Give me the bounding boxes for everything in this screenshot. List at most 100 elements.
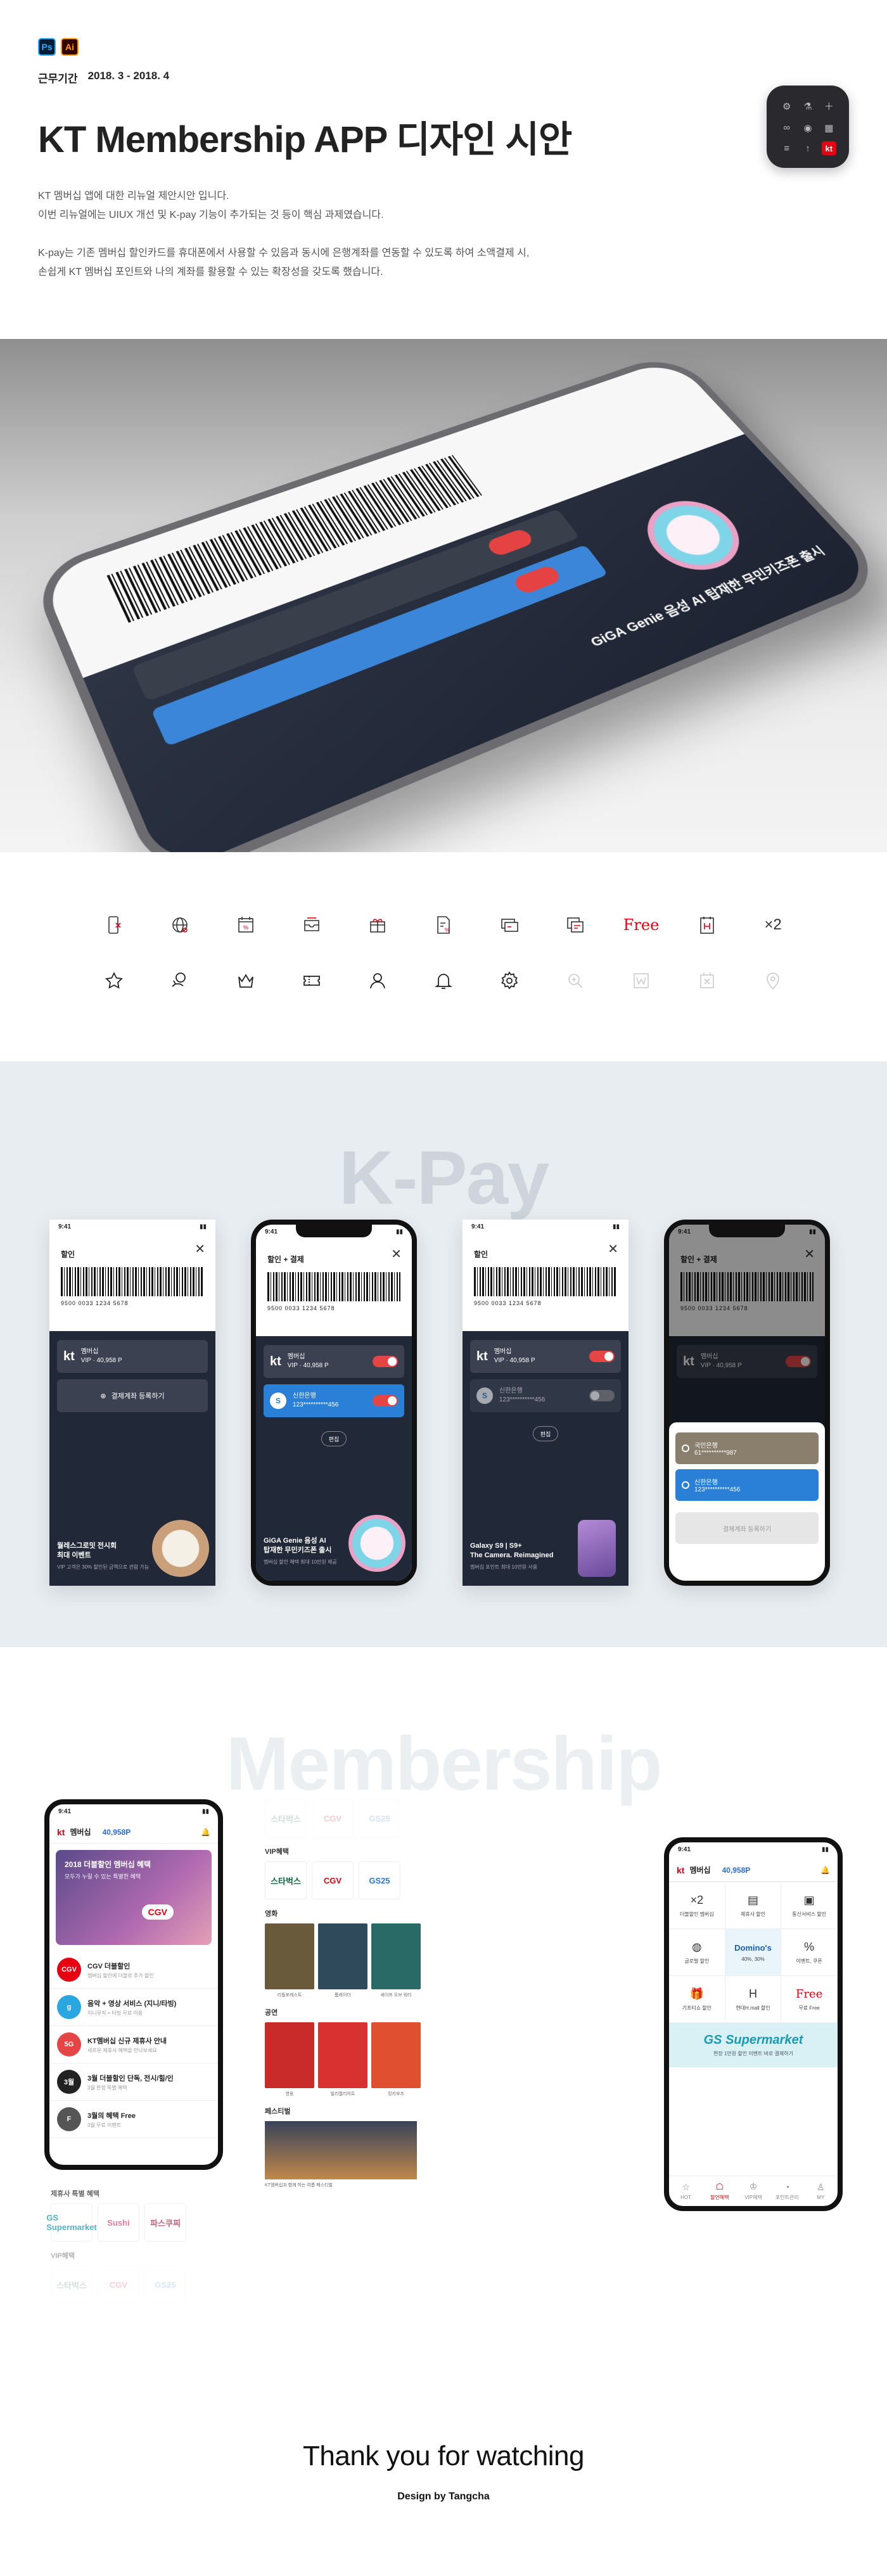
icon-row-1: % % Free ×2 [0,912,887,938]
close-icon[interactable]: ✕ [195,1241,205,1257]
barcode [61,1267,204,1296]
show-title: 공연 [265,2009,278,2017]
status-time: 9:41 [58,1223,72,1230]
card-info: 신한은행 123**********456 [499,1387,545,1405]
benefit-grid-item[interactable]: ×2 더블할인 멤버십 [669,1882,725,1929]
brand-card[interactable]: GS25 [144,2266,186,2304]
kt-membership-card[interactable]: kt 멤버십 VIP · 40,958 P [57,1340,208,1373]
brand-card[interactable]: CGV [312,1799,354,1837]
benefit-icon: Domino's [734,1942,772,1953]
status-time: 9:41 [471,1223,485,1230]
poster-image [318,1923,367,1989]
festival-image[interactable] [265,2121,417,2179]
poster-item[interactable]: 툼레이더 [318,1923,367,1998]
battery-icon: ▮▮ [199,1223,207,1230]
shinhan-bank-card[interactable]: S 신한은행 123**********456 [470,1379,621,1412]
desc-line: 이번 리뉴얼에는 UIUX 개선 및 K-pay 기능이 추가되는 것 등이 핵… [38,210,384,220]
benefit-grid-item[interactable]: % 이벤트, 쿠폰 [781,1929,838,1976]
brand-card[interactable]: GS Supermarket [46,2203,97,2241]
event-logo: F [57,2107,81,2131]
card-toggle[interactable] [589,1390,615,1401]
benefit-icon: ×2 [690,1893,704,1906]
tab-4[interactable]: ◔ 포인트관리 [770,2176,804,2206]
event-subtitle: 멤버십 할인에 더블로 추가 할인 [87,1972,154,1979]
card-info: 멤버십 VIP · 40,958 P [81,1348,122,1365]
battery-icon: ▮▮ [821,1846,829,1853]
points-value[interactable]: 40,958P [722,1866,751,1875]
benefit-grid-item[interactable]: ◍ 글로벌 할인 [669,1929,725,1976]
poster-item[interactable]: 영웅 [265,2022,314,2097]
benefit-grid-item[interactable]: ▣ 통신서비스 할인 [781,1882,838,1929]
list-item[interactable]: 3월 3월 더블할인 단독, 전시/힐/인 3월 한정 특별 혜택 [49,2063,218,2101]
tab-3[interactable]: ♔ VIP혜택 [736,2176,770,2206]
card-toggle[interactable] [373,1356,398,1367]
tab-2[interactable]: ☖ 할인혜택 [703,2176,736,2206]
poster-item[interactable]: 킹키부츠 [371,2022,421,2097]
poster-item[interactable]: 리틀포레스트 [265,1923,314,1998]
list-item[interactable]: CGV CGV 더블할인 멤버십 할인에 더블로 추가 할인 [49,1951,218,1989]
close-icon[interactable]: ✕ [608,1241,618,1257]
brand-card[interactable]: GS25 [359,1799,400,1837]
poster-item[interactable]: 셰이프 오브 워터 [371,1923,421,1998]
poster-image [265,2022,314,2088]
list-item[interactable]: F 3월의 혜택 Free 3월 무료 이벤트 [49,2101,218,2138]
brand-card[interactable]: GS25 [359,1861,400,1899]
user-icon [345,968,411,993]
card-toggle[interactable] [589,1351,615,1362]
brand-card[interactable]: CGV [312,1861,354,1899]
brand-card[interactable]: 스타벅스 [51,2266,93,2304]
free-icon-label: Free [623,916,660,934]
brand-card[interactable]: 파스쿠찌 [144,2203,186,2241]
tab-label: VIP혜택 [744,2195,762,2200]
phone-device: GiGA Genie 음성 AI 탑재한 무민키즈폰 출시 [28,350,887,852]
bell-icon[interactable]: 🔔 [820,1866,830,1875]
illustrator-icon: Ai [61,38,79,56]
points-value[interactable]: 40,958P [103,1828,131,1837]
shinhan-bank-card[interactable]: S 신한은행 123**********456 [264,1384,404,1417]
phone-discount-icon [81,912,147,938]
gs-supermarket-banner[interactable]: GS Supermarket 현장 1만원 할인 이벤트 바로 결제하기 [669,2023,838,2067]
benefit-grid-item[interactable]: Domino's 40%, 30% [725,1929,782,1976]
brand-card[interactable]: 스타벅스 [265,1861,307,1899]
kb-bank-option[interactable]: 국민은행 61**********987 [675,1432,819,1464]
brand-card[interactable]: 스타벅스 [265,1799,307,1837]
tab-label: MY [817,2195,825,2200]
brand-card[interactable]: CGV [98,2266,139,2304]
card-toggle[interactable] [373,1395,398,1406]
tab-1[interactable]: ☆ HOT [669,2176,703,2206]
benefit-grid-item[interactable]: Free 무료 Free [781,1976,838,2023]
benefit-grid-item[interactable]: 🎁 기프티쇼 할인 [669,1976,725,2023]
add-payment-button[interactable]: ⊕ 결제계좌 등록하기 [57,1379,208,1412]
poster-item[interactable]: 빌리엘리어트 [318,2022,367,2097]
promo-banner[interactable]: 2018 더블할인 멤버십 혜택 모두가 누릴 수 있는 특별한 혜택 CGV [56,1850,212,1945]
shinhan-bank-option[interactable]: 신한은행 123**********456 [675,1469,819,1501]
benefit-grid-item[interactable]: ▤ 제휴사 할인 [725,1882,782,1929]
brand-card[interactable]: Sushi [98,2203,139,2241]
desc-line: K-pay는 기존 멤버십 할인카드를 휴대폰에서 사용할 수 있음과 동시에 … [38,248,530,258]
close-icon[interactable]: ✕ [391,1246,402,1262]
list-item[interactable]: 5G KT멤버십 신규 제휴사 안내 새로운 제휴사 혜택을 만나보세요 [49,2026,218,2063]
add-bank-button[interactable]: 결제계좌 등록하기 [675,1512,819,1544]
bank-info: 신한은행 123**********456 [694,1477,740,1493]
event-list: CGV CGV 더블할인 멤버십 할인에 더블로 추가 할인 g 음악 + 영상 서비스… [49,1951,218,2138]
kt-membership-card[interactable]: kt 멤버십 VIP · 40,958 P [470,1340,621,1373]
event-title: KT멤버십 신규 제휴사 안내 [87,2037,167,2045]
tab-5[interactable]: ♙ MY [804,2176,838,2206]
event-logo: 3월 [57,2070,81,2094]
radio-icon [682,1481,689,1489]
card-info: 멤버십 VIP · 40,958 P [288,1353,329,1370]
list-icon: ≡ [784,143,790,154]
edit-button[interactable]: 편집 [533,1426,558,1441]
edit-button[interactable]: 편집 [321,1431,347,1446]
brand-name: 스타벅스 [271,1814,301,1824]
thanks-text: Thank you for watching [303,2440,584,2471]
kt-membership-card[interactable]: kt 멤버십 VIP · 40,958 P [264,1345,404,1378]
card-grade: VIP · 40,958 P [287,1362,329,1369]
benefit-grid-item[interactable]: H 현대H.mall 할인 [725,1976,782,2023]
festival-title: 페스티벌 [265,2108,291,2115]
event-title: 음악 + 영상 서비스 (지니/타빙) [87,1999,177,2008]
document-discount-icon: % [411,912,476,938]
brand-name: CGV [323,1875,342,1885]
bell-icon[interactable]: 🔔 [201,1828,210,1837]
list-item[interactable]: g 음악 + 영상 서비스 (지니/타빙) 지니뮤직 + 타빙 무료 이용 [49,1989,218,2026]
